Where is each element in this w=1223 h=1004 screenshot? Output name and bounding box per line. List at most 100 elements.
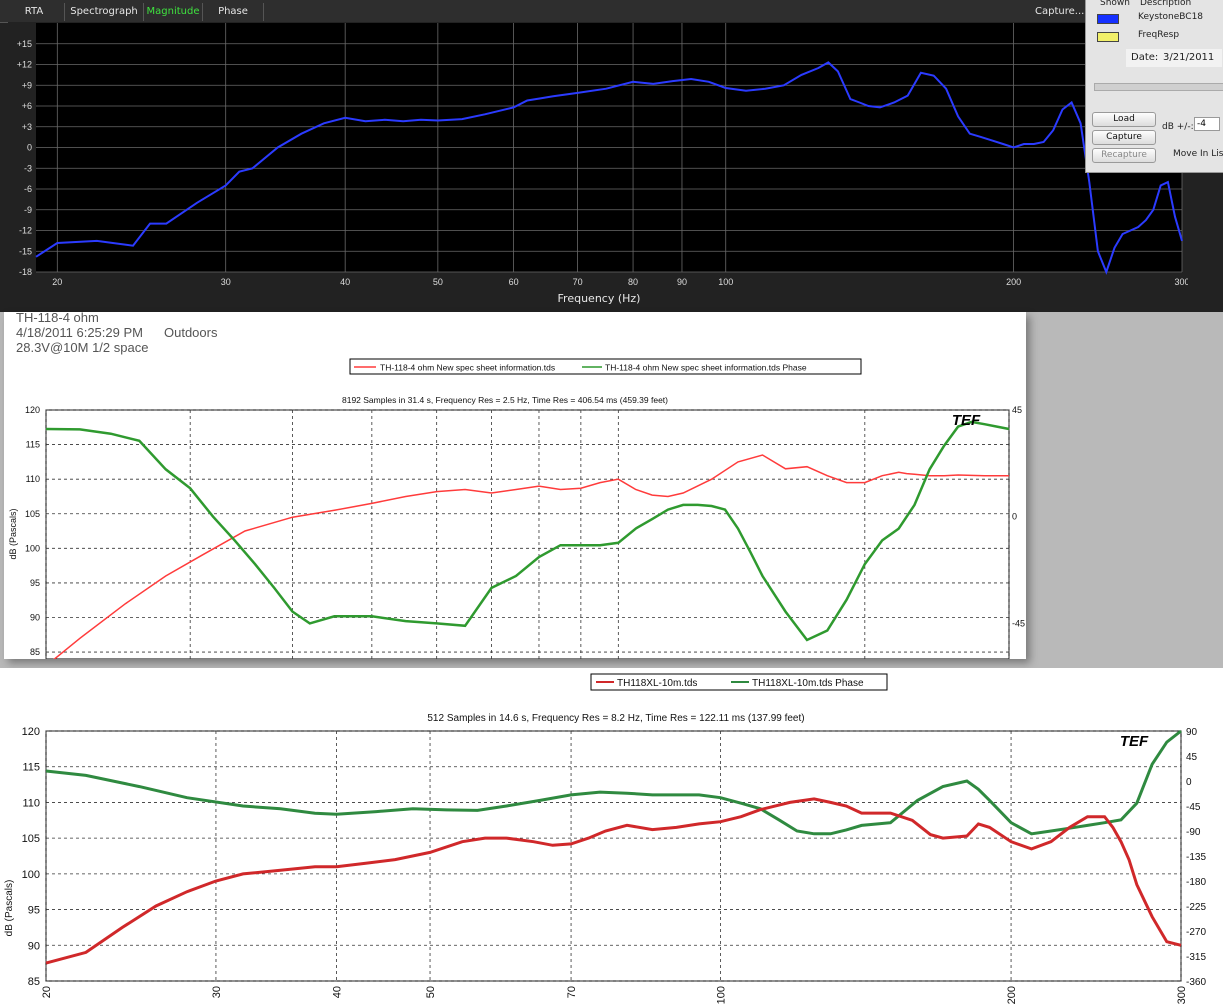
y2-tick-label: 90 bbox=[1186, 727, 1198, 738]
tab-magnitude[interactable]: Magnitude bbox=[144, 3, 203, 21]
legend-phase: TH-118-4 ohm New spec sheet information.… bbox=[605, 363, 807, 373]
y-tick-label: -6 bbox=[24, 184, 32, 194]
x-tick-label: 50 bbox=[425, 986, 437, 998]
x-tick-label: 50 bbox=[433, 277, 443, 287]
y-tick-label: 120 bbox=[22, 726, 40, 738]
capture-button[interactable]: Capture bbox=[1092, 130, 1156, 145]
x-tick-label: 40 bbox=[332, 986, 344, 998]
recapture-button[interactable]: Recapture bbox=[1092, 148, 1156, 163]
load-button[interactable]: Load bbox=[1092, 112, 1156, 127]
move-in-list-label[interactable]: Move In Lis bbox=[1173, 149, 1223, 159]
legend-magnitude: TH-118-4 ohm New spec sheet information.… bbox=[380, 363, 555, 373]
x-tick-label: 200 bbox=[1006, 986, 1018, 1004]
col-shown-header: Shown bbox=[1100, 0, 1130, 8]
y2-tick-label: -270 bbox=[1186, 927, 1206, 938]
y-tick-label: +12 bbox=[17, 60, 32, 70]
y-tick-label: 100 bbox=[22, 869, 40, 881]
y2-tick-label: -45 bbox=[1012, 618, 1025, 628]
x-tick-label: 70 bbox=[573, 277, 583, 287]
x-ticks: 20 30 40 50 70 100 200 300 bbox=[41, 986, 1188, 1004]
legend-phase: TH118XL-10m.tds Phase bbox=[752, 678, 864, 689]
y2-tick-label: -360 bbox=[1186, 977, 1206, 988]
y-tick-label: 115 bbox=[22, 762, 40, 774]
y-tick-label: 100 bbox=[25, 543, 40, 553]
item-keystonebc18[interactable]: KeystoneBC18 bbox=[1138, 12, 1203, 22]
x-tick-label: 40 bbox=[340, 277, 350, 287]
x-tick-label: 300 bbox=[1174, 277, 1188, 287]
tef-logo: TEF bbox=[1120, 733, 1149, 750]
tef-logo: TEF bbox=[952, 412, 981, 429]
y-ticks: 85 90 95 100 105 110 115 120 bbox=[22, 726, 40, 988]
col-description-header: Description bbox=[1140, 0, 1192, 8]
side-panel: Shown Description KeystoneBC18 FreqResp … bbox=[1085, 0, 1223, 173]
x-tick-label: 200 bbox=[1006, 277, 1021, 287]
y-tick-label: 90 bbox=[28, 940, 40, 952]
y-tick-label: -18 bbox=[19, 267, 32, 277]
y-tick-label: 95 bbox=[28, 905, 40, 917]
list-scrollbar[interactable] bbox=[1094, 83, 1223, 91]
y-tick-label: +3 bbox=[22, 122, 32, 132]
y-tick-label: 110 bbox=[26, 474, 40, 484]
y-tick-label: -12 bbox=[19, 226, 32, 236]
y2-tick-label: -135 bbox=[1186, 852, 1206, 863]
analyzer-tab-bar: RTA Spectrograph Magnitude Phase Capture… bbox=[0, 0, 1085, 23]
x-tick-label: 70 bbox=[566, 986, 578, 998]
db-offset-input[interactable] bbox=[1194, 117, 1220, 131]
y-tick-label: 95 bbox=[30, 578, 40, 588]
y2-tick-label: -315 bbox=[1186, 952, 1206, 963]
y2-tick-label: -225 bbox=[1186, 902, 1206, 913]
panel2-chart: TH118XL-10m.tds TH118XL-10m.tds Phase 51… bbox=[4, 673, 1206, 1004]
item-freqresp[interactable]: FreqResp bbox=[1138, 30, 1179, 40]
y-tick-label: 85 bbox=[28, 976, 40, 988]
y-axis-title: dB (Pascals) bbox=[8, 508, 18, 559]
y-tick-label: 105 bbox=[22, 833, 40, 845]
analyzer-window: RTA Spectrograph Magnitude Phase Capture… bbox=[0, 0, 1223, 312]
x-tick-label: 60 bbox=[509, 277, 519, 287]
x-tick-label: 300 bbox=[1176, 986, 1188, 1004]
y-tick-label: +6 bbox=[22, 101, 32, 111]
tab-phase[interactable]: Phase bbox=[203, 3, 264, 21]
y-tick-label: -9 bbox=[24, 205, 32, 215]
date-value: 3/21/2011 bbox=[1163, 52, 1215, 63]
y2-tick-label: -180 bbox=[1186, 877, 1206, 888]
y2-tick-label: -90 bbox=[1186, 827, 1201, 838]
y2-tick-label: 45 bbox=[1012, 405, 1022, 415]
y-tick-label: +15 bbox=[17, 39, 32, 49]
x-tick-label: 30 bbox=[211, 986, 223, 998]
date-box: Date: 3/21/2011 bbox=[1126, 49, 1222, 67]
x-tick-label: 30 bbox=[221, 277, 231, 287]
x-tick-label: 100 bbox=[718, 277, 733, 287]
y-axis-title: dB (Pascals) bbox=[4, 880, 15, 937]
x-tick-label: 80 bbox=[628, 277, 638, 287]
legend-magnitude: TH118XL-10m.tds bbox=[617, 678, 697, 689]
y-tick-label: 85 bbox=[30, 647, 40, 657]
x-tick-label: 90 bbox=[677, 277, 687, 287]
tab-spectrograph[interactable]: Spectrograph bbox=[65, 3, 144, 21]
x-tick-label: 20 bbox=[41, 986, 53, 998]
y2-tick-label: 0 bbox=[1012, 512, 1017, 522]
tef-panel-2: TH118XL-10m.tds TH118XL-10m.tds Phase 51… bbox=[0, 668, 1223, 1004]
swatch-keystonebc18[interactable] bbox=[1097, 14, 1119, 24]
y-tick-label: 120 bbox=[25, 405, 40, 415]
panel1-chart: TH-118-4 ohm New spec sheet information.… bbox=[8, 358, 1025, 659]
x-axis-title: Frequency (Hz) bbox=[558, 292, 641, 305]
swatch-freqresp[interactable] bbox=[1097, 32, 1119, 42]
y2-ticks: -360 -315 -270 -225 -180 -135 -90 -45 0 45 90 bbox=[1186, 727, 1206, 988]
capture-tab[interactable]: Capture... bbox=[1035, 3, 1085, 21]
chart-subtitle: 8192 Samples in 31.4 s, Frequency Res = … bbox=[342, 395, 668, 405]
y2-tick-label: -45 bbox=[1186, 802, 1201, 813]
y-tick-label: 90 bbox=[30, 613, 40, 623]
y2-tick-label: 0 bbox=[1186, 777, 1192, 788]
y-tick-label: 110 bbox=[22, 797, 40, 809]
db-label: dB +/-: bbox=[1162, 122, 1194, 132]
magnitude-chart: -18 -15 -12 -9 -6 -3 0 +3 +6 +9 +12 +15 20 30 40 50 60 7… bbox=[8, 22, 1188, 310]
y-ticks: 85 90 95 100 105 110 115 120 bbox=[25, 405, 40, 657]
y-tick-label: +9 bbox=[22, 80, 32, 90]
y2-ticks: -45 0 45 bbox=[1012, 405, 1025, 628]
tef-panel-1: TH-118-4 ohm 4/18/2011 6:25:29 PM Outdoo… bbox=[4, 310, 1026, 659]
y-tick-label: -3 bbox=[24, 163, 32, 173]
tab-rta[interactable]: RTA bbox=[4, 3, 65, 21]
date-label: Date: bbox=[1131, 52, 1159, 63]
chart-subtitle: 512 Samples in 14.6 s, Frequency Res = 8… bbox=[427, 713, 804, 724]
x-tick-label: 100 bbox=[716, 986, 728, 1004]
